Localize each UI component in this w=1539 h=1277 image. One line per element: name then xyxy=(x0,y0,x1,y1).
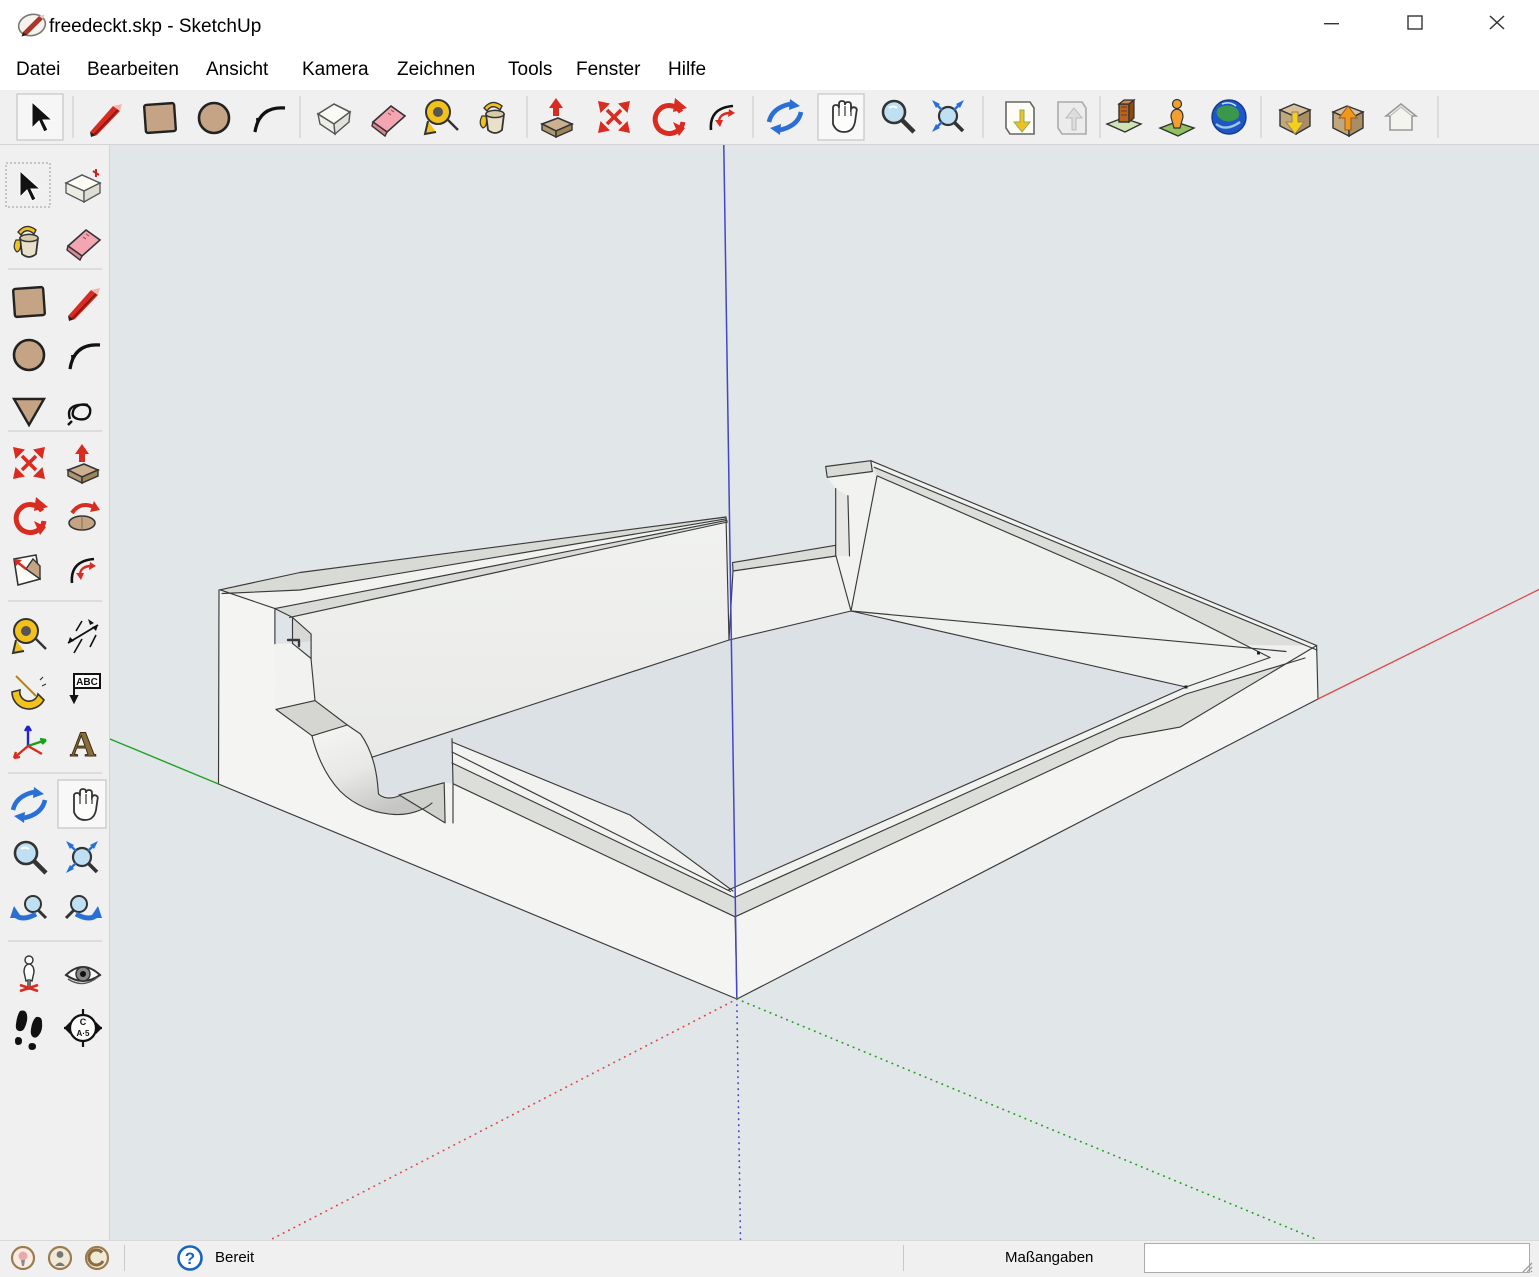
svg-text:?: ? xyxy=(185,1249,195,1268)
